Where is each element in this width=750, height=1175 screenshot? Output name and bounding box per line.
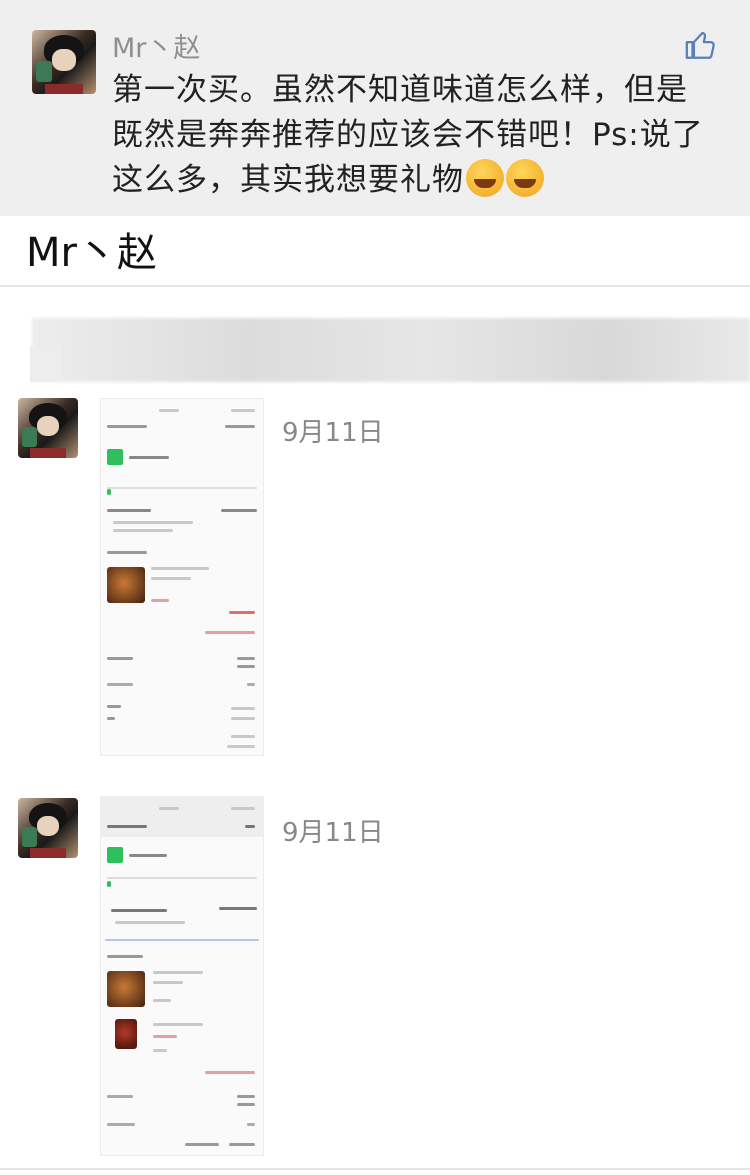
comment-author: Mr丶赵 bbox=[112, 33, 201, 64]
order-screenshot-thumbnail[interactable] bbox=[100, 398, 264, 756]
comment-body: 第一次买。虽然不知道味道怎么样，但是既然是奔奔推荐的应该会不错吧！Ps:说了这么… bbox=[112, 72, 704, 198]
order-screenshot-thumbnail[interactable] bbox=[100, 796, 264, 1156]
divider bbox=[0, 1168, 750, 1170]
blurred-cover-edge bbox=[30, 346, 62, 382]
divider bbox=[0, 285, 750, 287]
blurred-cover-banner bbox=[32, 318, 750, 382]
comment-card: Mr丶赵 第一次买。虽然不知道味道怎么样，但是既然是奔奔推荐的应该会不错吧！Ps… bbox=[0, 0, 750, 216]
facepalm-emoji-icon bbox=[466, 159, 504, 197]
post-avatar[interactable] bbox=[18, 798, 78, 858]
comment-text: 第一次买。虽然不知道味道怎么样，但是既然是奔奔推荐的应该会不错吧！Ps:说了这么… bbox=[112, 68, 707, 203]
profile-name: Mr丶赵 bbox=[26, 230, 157, 276]
post-avatar[interactable] bbox=[18, 398, 78, 458]
facepalm-emoji-icon bbox=[506, 159, 544, 197]
commenter-avatar[interactable] bbox=[32, 30, 96, 94]
thumbs-up-icon[interactable] bbox=[684, 28, 718, 62]
post-date: 9月11日 bbox=[282, 818, 384, 848]
post-date: 9月11日 bbox=[282, 418, 384, 448]
